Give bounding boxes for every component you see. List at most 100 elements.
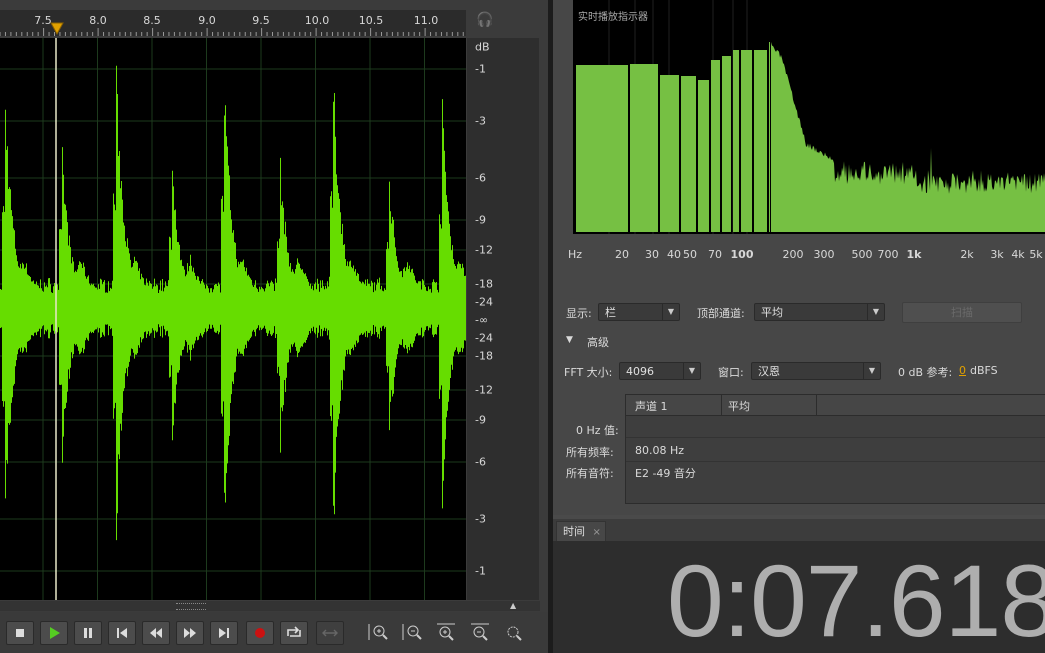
scan-button[interactable]: 扫描 <box>902 302 1022 323</box>
transport-bar <box>0 612 548 653</box>
stop-button[interactable] <box>6 621 34 645</box>
table-cell-note: E2 -49 音分 <box>635 467 696 480</box>
display-select[interactable]: 栏 ▼ <box>598 303 680 321</box>
freq-tick: 2k <box>960 248 974 261</box>
db-reference-label: 0 dB 参考: <box>898 366 953 379</box>
spectrum-canvas <box>576 0 1045 234</box>
db-label: -3 <box>475 114 486 128</box>
chevron-down-icon: ▼ <box>683 363 700 379</box>
window-select-value: 汉恩 <box>758 365 780 378</box>
freq-tick: 500 <box>851 248 873 261</box>
zoom-in-time-icon[interactable] <box>434 621 458 643</box>
ruler-tick: 8.5 <box>143 14 161 27</box>
freq-tick: 40 <box>667 248 681 261</box>
db-reference-unit: dBFS <box>970 364 998 377</box>
scrollbar-grip[interactable] <box>176 603 206 610</box>
db-label: -12 <box>475 383 493 397</box>
rewind-button[interactable] <box>142 621 170 645</box>
freq-tick: 100 <box>730 248 754 261</box>
freq-tick: 3k <box>990 248 1004 261</box>
time-ruler[interactable]: 7.5 8.0 8.5 9.0 9.5 10.0 10.5 11.0 <box>0 10 466 36</box>
db-reference-value[interactable]: 0 <box>959 364 966 377</box>
freq-tick: 300 <box>813 248 835 261</box>
db-label: -6 <box>475 455 486 469</box>
ruler-tick: 8.0 <box>89 14 107 27</box>
playhead-marker-icon[interactable] <box>50 22 64 36</box>
db-label: -1 <box>475 62 486 76</box>
record-button[interactable] <box>246 621 274 645</box>
db-label: -∞ <box>475 313 489 327</box>
close-icon[interactable]: × <box>593 527 601 538</box>
top-channel-select-value: 平均 <box>761 306 783 319</box>
analysis-table: 声道 1 平均 80.08 Hz E2 -49 音分 <box>625 394 1045 504</box>
db-label: -3 <box>475 512 486 526</box>
fft-size-label: FFT 大小: <box>564 366 613 379</box>
freq-tick: 4k <box>1011 248 1025 261</box>
db-label: -24 <box>475 295 493 309</box>
zoom-out-time-icon[interactable] <box>468 621 492 643</box>
advanced-label[interactable]: 高级 <box>587 334 609 350</box>
fast-forward-button[interactable] <box>176 621 204 645</box>
freq-tick: 50 <box>683 248 697 261</box>
play-button[interactable] <box>40 621 68 645</box>
zoom-in-amplitude-icon[interactable] <box>366 621 390 643</box>
ruler-tick: 10.0 <box>304 14 330 27</box>
chevron-down-icon: ▼ <box>863 363 880 379</box>
chevron-down-icon: ▼ <box>662 304 679 320</box>
ruler-tick: 9.0 <box>198 14 216 27</box>
tab-time[interactable]: 时间 × <box>556 521 606 541</box>
db-unit-label: dB <box>475 40 490 54</box>
scroll-up-arrow-icon[interactable]: ▲ <box>510 601 516 610</box>
ruler-tick: 11.0 <box>413 14 439 27</box>
db-label: -9 <box>475 213 486 227</box>
loop-button[interactable] <box>280 621 308 645</box>
time-display: 0:07.618 <box>667 544 1045 653</box>
db-label: -12 <box>475 243 493 257</box>
waveform-canvas <box>0 38 466 600</box>
all-notes-label: 所有音符: <box>566 467 614 480</box>
zoom-full-icon[interactable] <box>502 621 526 643</box>
freq-tick: 20 <box>615 248 629 261</box>
freq-tick: 1k <box>906 248 922 261</box>
headphones-icon[interactable]: 🎧 <box>476 12 493 28</box>
spectrum-display <box>573 0 1045 234</box>
fft-size-select[interactable]: 4096 ▼ <box>619 362 701 380</box>
go-to-start-button[interactable] <box>108 621 136 645</box>
pause-button[interactable] <box>74 621 102 645</box>
db-label: -6 <box>475 171 486 185</box>
freq-tick: 700 <box>877 248 899 261</box>
display-select-value: 栏 <box>605 306 616 319</box>
tab-time-label: 时间 <box>563 525 585 538</box>
spectrum-title: 实时播放指示器 <box>578 12 648 23</box>
db-scale: dB -1 -3 -6 -9 -12 -18 -24 -∞ -24 -18 -1… <box>467 38 539 600</box>
ruler-tick: 10.5 <box>358 14 384 27</box>
top-channel-select[interactable]: 平均 ▼ <box>754 303 885 321</box>
fft-size-value: 4096 <box>626 365 654 378</box>
db-label: -1 <box>475 564 486 578</box>
freq-tick: 30 <box>645 248 659 261</box>
table-header-average: 平均 <box>728 400 750 413</box>
db-label: -18 <box>475 277 493 291</box>
time-panel-tabbar <box>553 519 1045 541</box>
collapse-triangle-icon[interactable]: ▼ <box>566 335 573 345</box>
ruler-tick: 9.5 <box>252 14 270 27</box>
waveform-display[interactable] <box>0 38 466 600</box>
table-cell-frequency: 80.08 Hz <box>635 444 685 457</box>
db-label: -9 <box>475 413 486 427</box>
zoom-out-amplitude-icon[interactable] <box>400 621 424 643</box>
skip-button[interactable] <box>316 621 344 645</box>
all-frequencies-label: 所有频率: <box>566 446 614 459</box>
time-display-panel: 0:07.618 <box>553 541 1045 653</box>
chevron-down-icon: ▼ <box>867 304 884 320</box>
frequency-axis: Hz 20 30 40 50 70 100 200 300 500 700 1k… <box>566 244 1045 266</box>
window-select[interactable]: 汉恩 ▼ <box>751 362 881 380</box>
db-label: -24 <box>475 331 493 345</box>
horizontal-scrollbar[interactable]: ▲ <box>0 601 540 611</box>
freq-tick: 5k <box>1029 248 1043 261</box>
top-channel-label: 顶部通道: <box>697 307 745 320</box>
freq-tick: Hz <box>567 248 583 261</box>
freq-tick: 70 <box>708 248 722 261</box>
table-header-channel: 声道 1 <box>635 400 668 413</box>
go-to-end-button[interactable] <box>210 621 238 645</box>
display-label: 显示: <box>566 307 592 320</box>
